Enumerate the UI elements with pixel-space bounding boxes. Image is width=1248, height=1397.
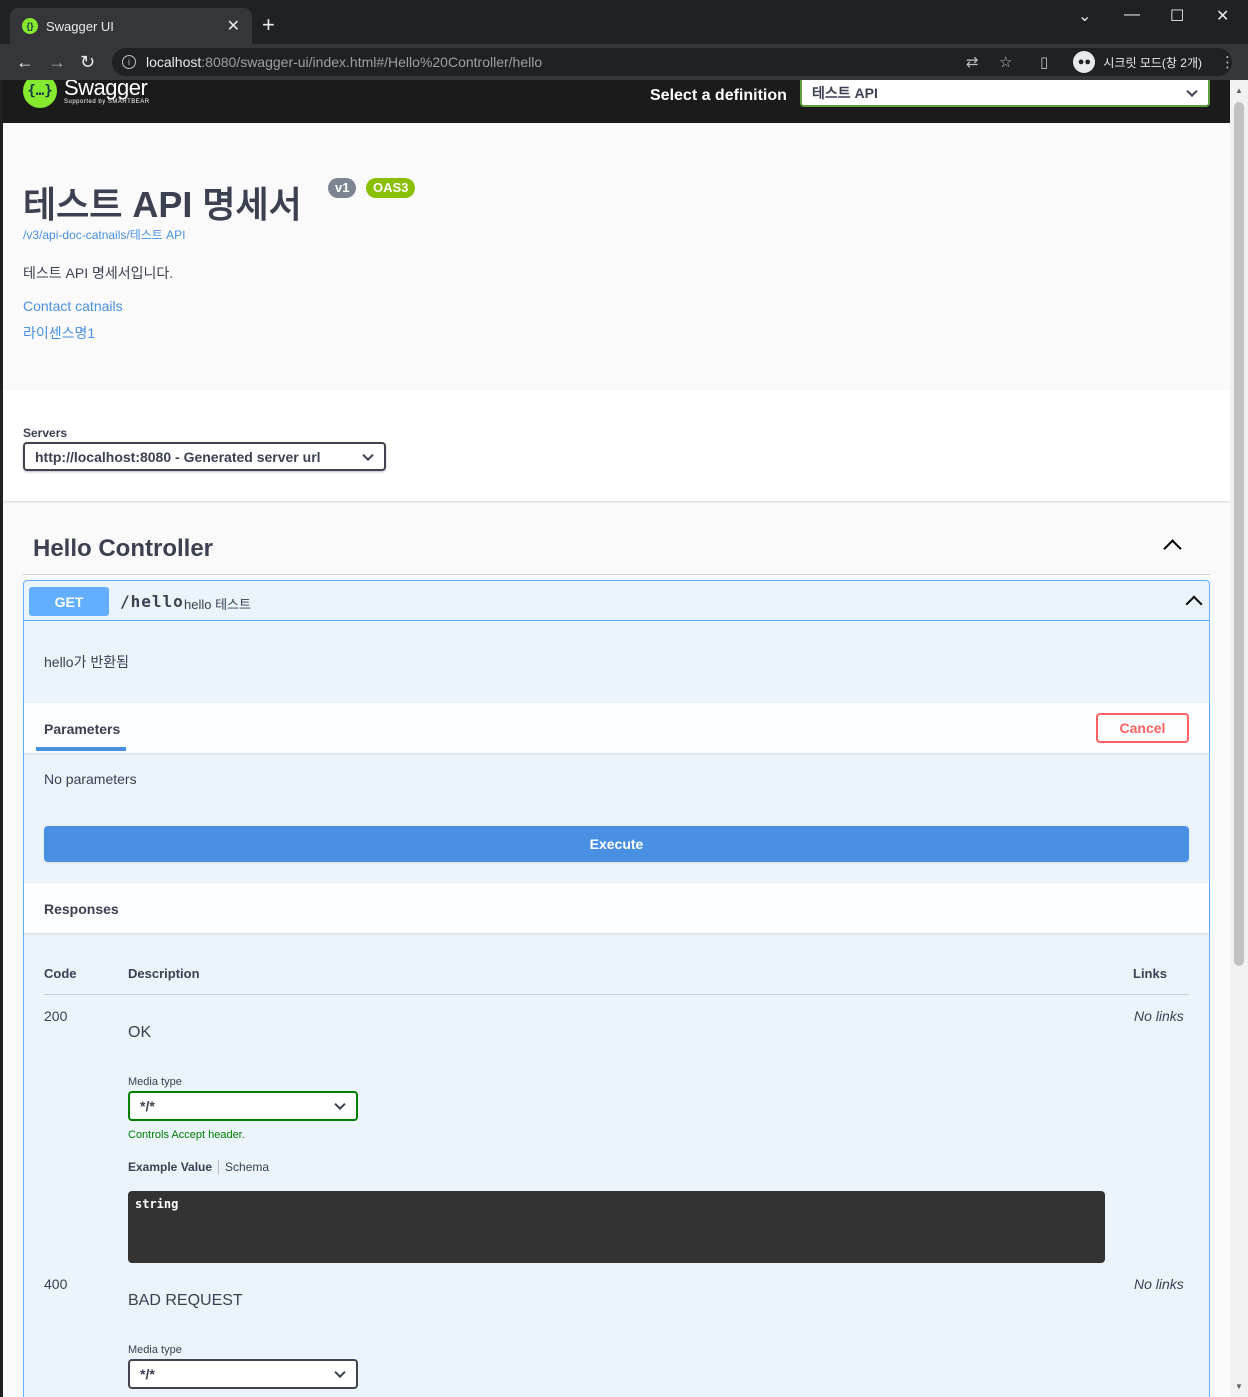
response-description: BAD REQUEST	[128, 1292, 243, 1309]
page-viewport: {…} Swagger Supported by SMARTBEAR Selec…	[3, 80, 1230, 1397]
media-type-value: */*	[140, 1098, 155, 1114]
servers-select[interactable]: http://localhost:8080 - Generated server…	[23, 442, 386, 471]
servers-label: Servers	[23, 426, 68, 440]
execute-button[interactable]: Execute	[44, 826, 1189, 862]
url-path: :8080/swagger-ui/index.html#/Hello%20Con…	[201, 54, 543, 70]
parameters-header: Parameters Cancel	[24, 703, 1209, 753]
bookmark-star-icon[interactable]: ☆	[999, 53, 1012, 71]
media-type-label: Media type	[128, 1344, 182, 1356]
operation-summary[interactable]: GET /hello hello 테스트	[24, 581, 1209, 621]
select-definition-label: Select a definition	[650, 87, 787, 104]
swagger-logo[interactable]: {…} Swagger Supported by SMARTBEAR	[23, 80, 150, 108]
maximize-icon[interactable]: ☐	[1170, 6, 1184, 26]
minimize-icon[interactable]: —	[1124, 6, 1140, 24]
scroll-down-icon[interactable]: ▼	[1235, 1382, 1243, 1391]
definition-select[interactable]: 테스트 API	[800, 80, 1210, 107]
address-bar[interactable]: i localhost:8080/swagger-ui/index.html#/…	[112, 48, 1232, 76]
response-code: 200	[44, 1008, 68, 1024]
incognito-label: 시크릿 모드(창 2개)	[1103, 55, 1202, 70]
table-header-divider	[44, 994, 1189, 995]
back-icon[interactable]: ←	[16, 50, 34, 74]
tab-schema[interactable]: Schema	[225, 1160, 269, 1174]
media-type-note: Controls Accept header.	[128, 1129, 245, 1141]
media-type-label: Media type	[128, 1076, 182, 1088]
media-type-value: */*	[140, 1366, 155, 1382]
chevron-up-icon[interactable]	[1185, 595, 1203, 613]
side-panel-icon[interactable]: ▯	[1040, 53, 1048, 71]
browser-toolbar: ← → ↻ i localhost:8080/swagger-ui/index.…	[0, 44, 1248, 80]
example-tabs: Example Value Schema	[128, 1160, 269, 1174]
chevron-down-icon	[334, 1098, 346, 1111]
operation-path: /hello	[120, 592, 184, 611]
cancel-button[interactable]: Cancel	[1096, 713, 1189, 743]
column-code: Code	[44, 966, 77, 981]
chevron-down-icon	[362, 449, 374, 461]
api-title: 테스트 API 명세서	[23, 184, 302, 225]
oas-badge: OAS3	[366, 178, 416, 198]
version-badge: v1	[328, 178, 357, 198]
chevron-down-icon	[1186, 85, 1198, 97]
chevron-up-icon[interactable]	[1163, 539, 1182, 558]
site-info-icon[interactable]: i	[122, 55, 136, 69]
operation-block: GET /hello hello 테스트 hello가 반환됨 Paramete…	[23, 580, 1210, 1397]
browser-tab-strip: {} Swagger UI ✕ + ⌄ — ☐ ✕	[0, 0, 1248, 44]
tab-active-indicator	[36, 747, 126, 751]
license-link[interactable]: 라이센스명1	[23, 323, 95, 343]
servers-value: http://localhost:8080 - Generated server…	[35, 448, 321, 465]
divider	[23, 574, 1210, 575]
tab-separator	[218, 1160, 220, 1174]
api-doc-link[interactable]: /v3/api-doc-catnails/테스트 API	[23, 226, 186, 243]
no-parameters-text: No parameters	[44, 771, 137, 787]
translate-icon[interactable]: ⇄	[966, 53, 979, 71]
page-scrollbar[interactable]: ▲ ▼	[1230, 80, 1248, 1397]
contact-link[interactable]: Contact catnails	[23, 298, 123, 314]
logo-text: Swagger	[64, 80, 148, 100]
tab-example-value[interactable]: Example Value	[128, 1160, 212, 1174]
tab-close-icon[interactable]: ✕	[227, 16, 240, 36]
scroll-up-icon[interactable]: ▲	[1235, 86, 1243, 95]
responses-header: Responses	[24, 883, 1209, 933]
swagger-logo-icon: {…}	[23, 80, 57, 108]
response-links: No links	[1134, 1008, 1184, 1024]
column-description: Description	[128, 966, 200, 981]
media-type-select[interactable]: */*	[128, 1359, 358, 1389]
column-links: Links	[1133, 966, 1167, 981]
tab-parameters[interactable]: Parameters	[44, 721, 120, 737]
response-code: 400	[44, 1276, 68, 1292]
controller-title[interactable]: Hello Controller	[33, 535, 213, 563]
operation-summary-text: hello 테스트	[184, 597, 251, 612]
method-badge: GET	[29, 587, 109, 616]
tab-title: Swagger UI	[46, 18, 114, 34]
new-tab-icon[interactable]: +	[262, 14, 275, 36]
media-type-select[interactable]: */*	[128, 1091, 358, 1121]
forward-icon[interactable]: →	[48, 50, 66, 74]
operation-description: hello가 반환됨	[44, 654, 129, 670]
definition-value: 테스트 API	[812, 84, 878, 101]
swagger-favicon-icon: {}	[22, 18, 38, 34]
response-description: OK	[128, 1024, 152, 1041]
incognito-icon: ●●	[1073, 51, 1096, 73]
logo-subtext: Supported by SMARTBEAR	[64, 99, 150, 105]
api-description: 테스트 API 명세서입니다.	[23, 265, 174, 281]
responses-title: Responses	[44, 901, 119, 917]
browser-tab[interactable]: {} Swagger UI ✕	[10, 8, 252, 44]
servers-section: Servers http://localhost:8080 - Generate…	[3, 390, 1230, 501]
url-host: localhost	[146, 54, 202, 70]
example-value-box: string	[128, 1191, 1105, 1263]
swagger-topbar: {…} Swagger Supported by SMARTBEAR Selec…	[3, 80, 1230, 123]
tab-search-icon[interactable]: ⌄	[1078, 6, 1091, 26]
incognito-indicator[interactable]: ●● 시크릿 모드(창 2개)	[1073, 49, 1202, 75]
scrollbar-thumb[interactable]	[1234, 102, 1244, 966]
response-links: No links	[1134, 1276, 1184, 1292]
window-close-icon[interactable]: ✕	[1216, 6, 1229, 26]
browser-menu-icon[interactable]: ⋮	[1220, 53, 1235, 71]
chevron-down-icon	[334, 1366, 346, 1379]
reload-icon[interactable]: ↻	[80, 50, 95, 74]
